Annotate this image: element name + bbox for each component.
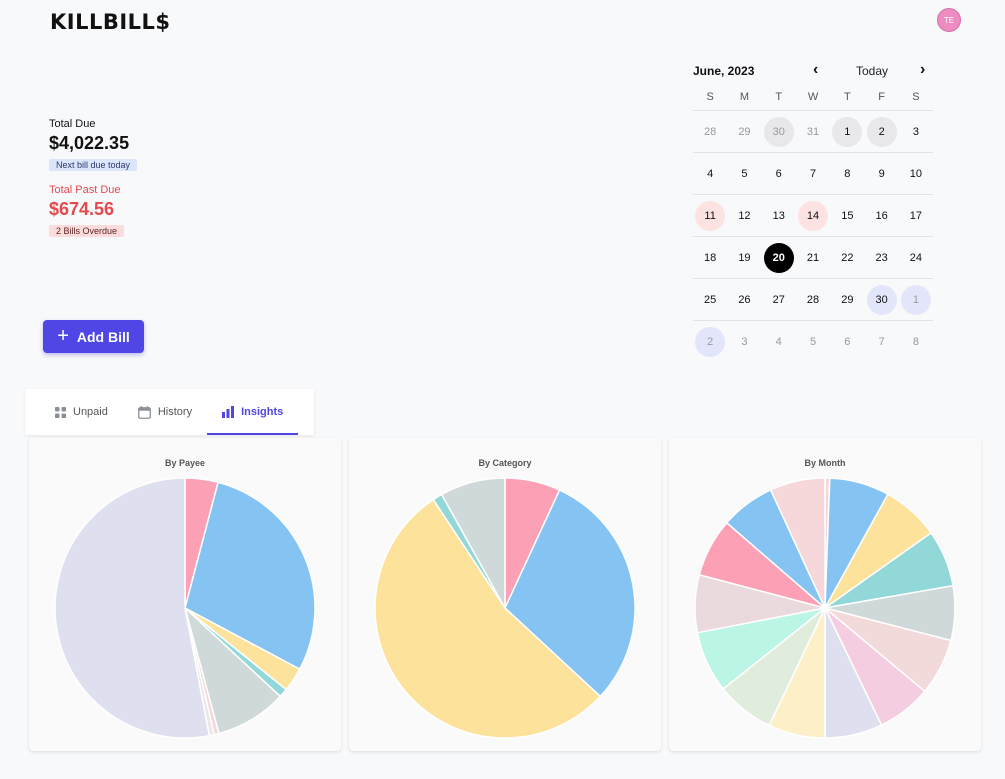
- weekday-label: T: [775, 91, 783, 103]
- calendar-week: 4 5 6 7 8 9 10: [693, 153, 933, 195]
- calendar-header: June, 2023 ‹ Today ›: [693, 60, 933, 82]
- calendar-week: 11 12 13 14 15 16 17: [693, 195, 933, 237]
- calendar-day[interactable]: 9: [867, 159, 897, 189]
- calendar-day[interactable]: 5: [798, 327, 828, 357]
- weekday-label: M: [739, 91, 750, 103]
- calendar-day[interactable]: 14: [798, 200, 829, 231]
- calendar-day[interactable]: 19: [729, 243, 759, 273]
- calendar-day[interactable]: 17: [901, 201, 931, 231]
- calendar-day[interactable]: 1: [900, 284, 931, 315]
- pie-chart-by-payee: [54, 477, 316, 739]
- total-due-label: Total Due: [49, 118, 96, 130]
- calendar-day[interactable]: 5: [729, 159, 759, 189]
- calendar-week: 2345678: [693, 321, 933, 363]
- plus-icon: +: [57, 324, 69, 347]
- calendar-day[interactable]: 23: [867, 243, 897, 273]
- calendar-day-selected[interactable]: 20: [763, 242, 794, 273]
- total-due-amount: $4,022.35: [49, 133, 130, 153]
- tab-insights[interactable]: Insights: [207, 389, 299, 435]
- calendar-grid: 28 29 30 31 1 2 3 4 5 6 7 8 9 10 11 12 13 14 15 16 17 18 19 20 2…: [693, 111, 933, 363]
- calendar-day[interactable]: 28: [798, 285, 828, 315]
- calendar-day[interactable]: 28: [695, 117, 725, 147]
- calendar-day[interactable]: 8: [901, 327, 931, 357]
- weekday-label: S: [912, 91, 920, 103]
- calendar-day[interactable]: 10: [901, 159, 931, 189]
- calendar-day[interactable]: 11: [695, 200, 726, 231]
- pie-chart-by-month: [694, 477, 956, 739]
- calendar-week: 18 19 20 21 22 23 24: [693, 237, 933, 279]
- calendar-day[interactable]: 26: [729, 285, 759, 315]
- overdue-badge: 2 Bills Overdue: [49, 225, 125, 237]
- past-due-amount: $674.56: [49, 199, 115, 219]
- bar-chart-icon: [222, 406, 235, 418]
- calendar-week: 28 29 30 31 1 2 3: [693, 111, 933, 153]
- calendar: June, 2023 ‹ Today › SMTWTFS 28 29 30 31 1 2 3…: [693, 60, 933, 363]
- today-button[interactable]: Today: [856, 64, 888, 78]
- calendar-day[interactable]: 16: [867, 201, 897, 231]
- calendar-day[interactable]: 30: [763, 116, 794, 147]
- weekday-label: F: [878, 91, 885, 103]
- calendar-weekdays: SMTWTFS: [693, 91, 933, 111]
- calendar-month-label: June, 2023: [693, 64, 755, 78]
- add-bill-button[interactable]: + Add Bill: [43, 320, 144, 353]
- calendar-day[interactable]: 25: [695, 285, 725, 315]
- avatar[interactable]: TE: [937, 8, 961, 32]
- calendar-day[interactable]: 2: [866, 116, 897, 147]
- tab-unpaid[interactable]: Unpaid: [25, 389, 123, 435]
- chart-card-by-category: By Category: [349, 438, 661, 751]
- weekday-label: S: [706, 91, 714, 103]
- calendar-day[interactable]: 30: [866, 284, 897, 315]
- calendar-day[interactable]: 29: [832, 285, 862, 315]
- calendar-day[interactable]: 29: [729, 117, 759, 147]
- weekday-label: W: [807, 91, 819, 103]
- add-bill-label: Add Bill: [76, 328, 130, 345]
- calendar-day[interactable]: 2: [695, 327, 726, 357]
- weekday-label: T: [843, 91, 851, 103]
- calendar-day[interactable]: 4: [764, 327, 794, 357]
- calendar-day[interactable]: 31: [798, 117, 828, 147]
- calendar-day[interactable]: 18: [695, 243, 725, 273]
- calendar-icon: [137, 405, 151, 419]
- chart-card-by-payee: By Payee: [29, 438, 341, 751]
- calendar-day[interactable]: 6: [832, 327, 862, 357]
- calendar-day[interactable]: 8: [832, 159, 862, 189]
- chevron-right-icon[interactable]: ›: [920, 61, 925, 79]
- calendar-day[interactable]: 22: [832, 243, 862, 273]
- calendar-day[interactable]: 15: [832, 201, 862, 231]
- tab-history[interactable]: History: [123, 389, 207, 435]
- chevron-left-icon[interactable]: ‹: [813, 61, 818, 79]
- calendar-week: 25 26 27 28 29 30 1: [693, 279, 933, 321]
- calendar-day[interactable]: 7: [798, 159, 828, 189]
- calendar-day[interactable]: 7: [867, 327, 897, 357]
- calendar-day[interactable]: 3: [901, 117, 931, 147]
- calendar-day[interactable]: 24: [901, 243, 931, 273]
- tab-insights-label: Insights: [241, 406, 284, 418]
- view-tabs: Unpaid History Insights: [25, 389, 314, 435]
- next-bill-badge: Next bill due today: [49, 159, 138, 171]
- calendar-day[interactable]: 13: [764, 201, 794, 231]
- tab-history-label: History: [157, 406, 193, 418]
- app-logo[interactable]: KILLBILL$: [50, 10, 171, 34]
- calendar-day[interactable]: 6: [764, 159, 794, 189]
- calendar-day[interactable]: 1: [832, 116, 863, 147]
- past-due-label: Total Past Due: [49, 184, 121, 196]
- chart-card-by-month: By Month: [669, 438, 981, 751]
- calendar-day[interactable]: 27: [764, 285, 794, 315]
- grid-icon: [55, 406, 66, 418]
- bills-summary: Total Due $4,022.35 Next bill due today …: [49, 118, 138, 239]
- pie-chart-by-category: [374, 477, 636, 739]
- calendar-day[interactable]: 4: [695, 159, 725, 189]
- calendar-day[interactable]: 21: [798, 243, 828, 273]
- tab-unpaid-label: Unpaid: [73, 406, 108, 418]
- calendar-day[interactable]: 3: [729, 327, 759, 357]
- calendar-day[interactable]: 12: [729, 201, 759, 231]
